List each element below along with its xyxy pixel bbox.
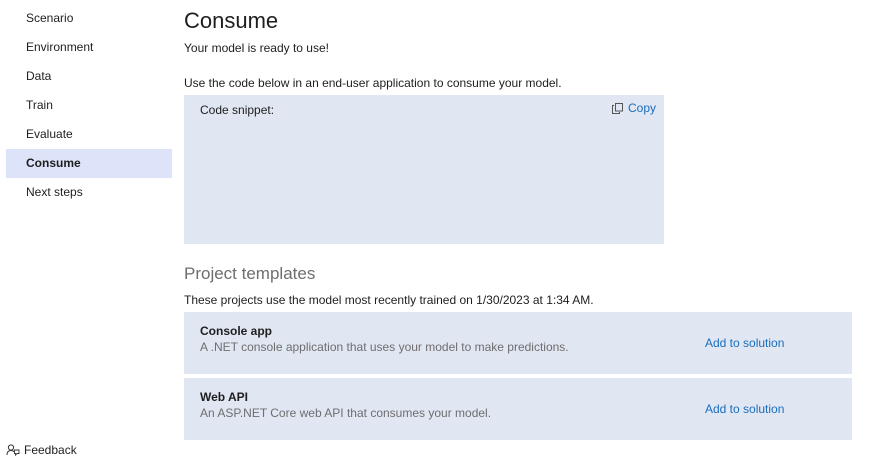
template-name: Console app [200, 324, 273, 338]
sidebar-item-next-steps[interactable]: Next steps [6, 178, 172, 207]
template-name: Web API [200, 390, 249, 404]
code-snippet-label: Code snippet: [200, 103, 275, 117]
sidebar-item-scenario[interactable]: Scenario [6, 4, 172, 33]
project-templates-description: These projects use the model most recent… [184, 293, 594, 307]
instructions-text: Use the code below in an end-user applic… [184, 76, 562, 90]
feedback-icon [6, 443, 20, 457]
page-title: Consume [184, 8, 279, 33]
template-description: An ASP.NET Core web API that consumes yo… [200, 406, 492, 420]
sidebar-item-evaluate[interactable]: Evaluate [6, 120, 172, 149]
sidebar-item-environment[interactable]: Environment [6, 33, 172, 62]
template-card-console-app: Console app A .NET console application t… [184, 312, 852, 374]
page-subtitle: Your model is ready to use! [184, 41, 329, 55]
feedback-label: Feedback [24, 443, 77, 457]
sidebar-item-train[interactable]: Train [6, 91, 172, 120]
template-card-web-api: Web API An ASP.NET Core web API that con… [184, 378, 852, 440]
template-description: A .NET console application that uses you… [200, 340, 569, 354]
copy-label: Copy [627, 101, 656, 115]
sidebar-item-consume[interactable]: Consume [6, 149, 172, 178]
copy-icon [611, 102, 623, 114]
add-to-solution-link[interactable]: Add to solution [705, 335, 784, 351]
sidebar-nav: Scenario Environment Data Train Evaluate… [6, 4, 172, 207]
code-snippet-panel[interactable]: Code snippet: Copy [184, 95, 664, 244]
copy-button[interactable]: Copy [611, 101, 656, 115]
project-templates-title: Project templates [184, 264, 316, 283]
sidebar-item-data[interactable]: Data [6, 62, 172, 91]
add-to-solution-link[interactable]: Add to solution [705, 401, 784, 417]
feedback-button[interactable]: Feedback [6, 441, 77, 459]
